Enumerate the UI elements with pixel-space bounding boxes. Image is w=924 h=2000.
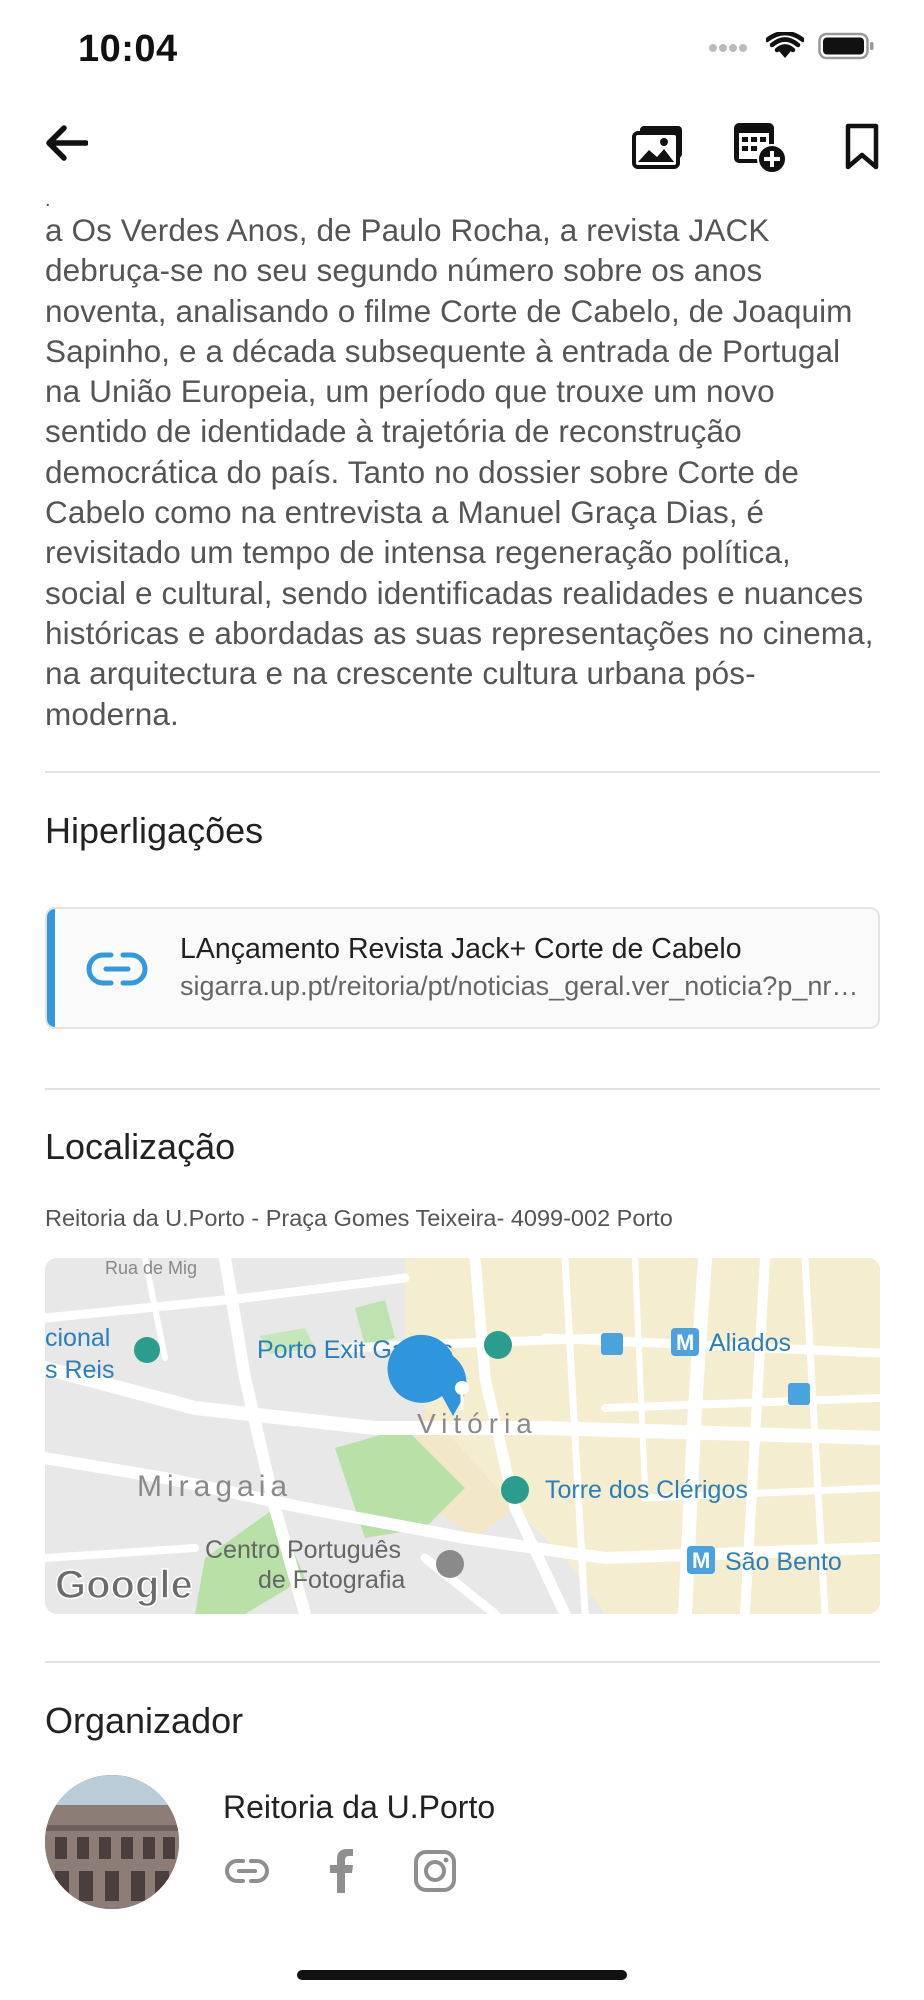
battery-icon <box>818 32 874 60</box>
bookmark-button[interactable] <box>830 115 894 179</box>
back-button[interactable] <box>38 115 94 171</box>
location-map[interactable]: Rua de Mig cional s Reis Porto Exit Game… <box>45 1258 880 1614</box>
link-card[interactable]: LAnçamento Revista Jack+ Corte de Cabelo… <box>45 907 880 1029</box>
link-icon <box>225 1859 269 1883</box>
calendar-add-icon <box>734 123 787 174</box>
link-icon <box>86 952 148 986</box>
organizer-social-links <box>223 1847 459 1895</box>
divider <box>45 771 880 773</box>
map-label-cional: cional <box>45 1324 110 1352</box>
event-description: . a Os Verdes Anos, de Paulo Rocha, a re… <box>45 190 880 734</box>
organizer-name: Reitoria da U.Porto <box>223 1789 496 1825</box>
gallery-icon <box>632 126 682 169</box>
organizer-section-title: Organizador <box>45 1700 244 1741</box>
instagram-icon <box>414 1850 456 1892</box>
location-section-title: Localização <box>45 1126 236 1167</box>
organizer-instagram-button[interactable] <box>411 1847 459 1895</box>
link-url: sigarra.up.pt/reitoria/pt/noticias_geral… <box>180 971 860 1001</box>
link-card-accent <box>47 909 55 1027</box>
nav-actions <box>626 115 894 179</box>
map-transit-icon <box>788 1383 810 1405</box>
links-section-title: Hiperligações <box>45 810 264 851</box>
map-label-sao-bento: São Bento <box>725 1548 842 1576</box>
home-indicator[interactable] <box>297 1970 627 1980</box>
svg-text:M: M <box>676 1330 694 1355</box>
map-poi-icon <box>134 1337 160 1363</box>
map-label-torre: Torre dos Clérigos <box>545 1476 748 1504</box>
status-indicators <box>708 32 874 60</box>
status-bar: 10:04 <box>0 0 924 100</box>
map-label-miragaia: Miragaia <box>137 1470 292 1503</box>
arrow-left-icon <box>46 125 88 161</box>
facebook-icon <box>330 1849 353 1893</box>
map-label-vitoria: Vitória <box>417 1408 538 1439</box>
truncated-marker: . <box>45 189 51 211</box>
description-text: a Os Verdes Anos, de Paulo Rocha, a revi… <box>45 212 874 732</box>
organizer-website-button[interactable] <box>223 1847 271 1895</box>
gallery-button[interactable] <box>626 115 690 179</box>
svg-text:M: M <box>692 1548 710 1573</box>
location-address: Reitoria da U.Porto - Praça Gomes Teixei… <box>45 1205 673 1231</box>
map-transit-icon <box>601 1333 623 1355</box>
cellular-signal-icon <box>709 44 747 52</box>
map-label-rua: Rua de Mig <box>105 1258 197 1278</box>
organizer-facebook-button[interactable] <box>317 1847 365 1895</box>
divider <box>45 1088 880 1090</box>
google-logo: Google <box>55 1563 193 1607</box>
status-time: 10:04 <box>78 28 178 70</box>
map-label-centro2: de Fotografia <box>258 1566 405 1594</box>
top-nav-bar <box>0 105 924 185</box>
map-label-centro1: Centro Português <box>205 1536 401 1564</box>
map-poi-icon <box>484 1331 512 1359</box>
bookmark-icon <box>845 123 879 170</box>
organizer-row: Reitoria da U.Porto <box>45 1775 880 1915</box>
map-poi-icon <box>436 1550 464 1578</box>
divider <box>45 1661 880 1663</box>
wifi-icon <box>766 32 804 58</box>
add-to-calendar-button[interactable] <box>728 115 792 179</box>
map-poi-icon <box>501 1476 529 1504</box>
organizer-avatar <box>45 1775 179 1909</box>
link-title: LAnçamento Revista Jack+ Corte de Cabelo <box>180 933 742 965</box>
map-label-aliados: Aliados <box>709 1329 791 1357</box>
map-label-s-reis: s Reis <box>45 1356 114 1384</box>
